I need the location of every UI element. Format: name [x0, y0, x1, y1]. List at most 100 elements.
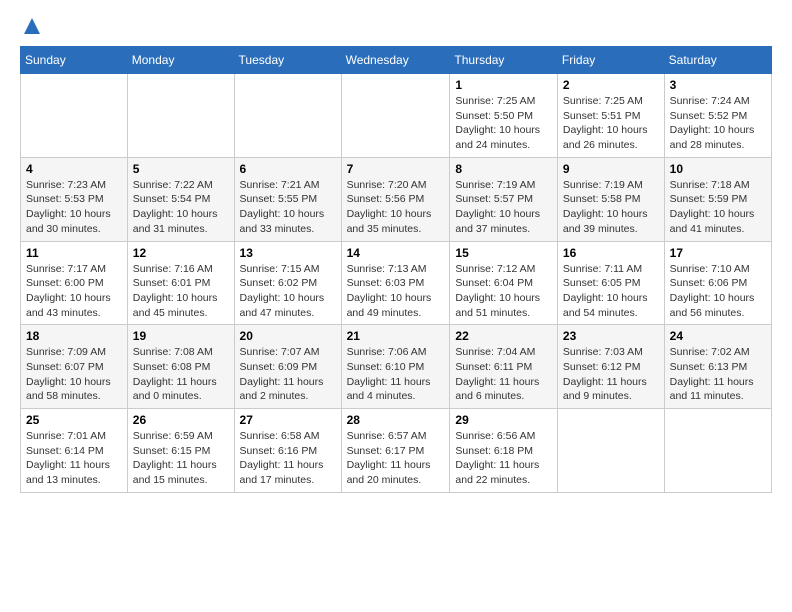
calendar-cell: 29 Sunrise: 6:56 AM Sunset: 6:18 PM Dayli…: [450, 409, 558, 493]
day-number: 22: [455, 329, 552, 343]
day-number: 28: [347, 413, 445, 427]
day-info: Sunrise: 6:56 AM Sunset: 6:18 PM Dayligh…: [455, 429, 552, 488]
day-number: 16: [563, 246, 659, 260]
calendar-cell: 12 Sunrise: 7:16 AM Sunset: 6:01 PM Dayli…: [127, 241, 234, 325]
day-number: 23: [563, 329, 659, 343]
calendar-cell: 19 Sunrise: 7:08 AM Sunset: 6:08 PM Dayli…: [127, 325, 234, 409]
day-number: 14: [347, 246, 445, 260]
calendar-week-row: 1 Sunrise: 7:25 AM Sunset: 5:50 PM Daylig…: [21, 74, 772, 158]
calendar-cell: 9 Sunrise: 7:19 AM Sunset: 5:58 PM Daylig…: [557, 157, 664, 241]
day-number: 19: [133, 329, 229, 343]
calendar-cell: 1 Sunrise: 7:25 AM Sunset: 5:50 PM Daylig…: [450, 74, 558, 158]
calendar-cell: 28 Sunrise: 6:57 AM Sunset: 6:17 PM Dayli…: [341, 409, 450, 493]
day-info: Sunrise: 7:04 AM Sunset: 6:11 PM Dayligh…: [455, 345, 552, 404]
day-info: Sunrise: 7:21 AM Sunset: 5:55 PM Dayligh…: [240, 178, 336, 237]
calendar-cell: [127, 74, 234, 158]
day-number: 27: [240, 413, 336, 427]
page-header: [20, 16, 772, 36]
calendar-week-row: 18Sunrise: 7:09 AM Sunset: 6:07 PM Dayli…: [21, 325, 772, 409]
day-number: 10: [670, 162, 766, 176]
day-number: 25: [26, 413, 122, 427]
calendar-cell: [664, 409, 771, 493]
day-info: Sunrise: 7:19 AM Sunset: 5:57 PM Dayligh…: [455, 178, 552, 237]
day-info: Sunrise: 7:25 AM Sunset: 5:50 PM Dayligh…: [455, 94, 552, 153]
day-info: Sunrise: 7:22 AM Sunset: 5:54 PM Dayligh…: [133, 178, 229, 237]
day-number: 12: [133, 246, 229, 260]
calendar-cell: 26 Sunrise: 6:59 AM Sunset: 6:15 PM Dayli…: [127, 409, 234, 493]
day-info: Sunrise: 6:58 AM Sunset: 6:16 PM Dayligh…: [240, 429, 336, 488]
calendar-cell: 10 Sunrise: 7:18 AM Sunset: 5:59 PM Dayli…: [664, 157, 771, 241]
day-number: 2: [563, 78, 659, 92]
calendar-cell: 4 Sunrise: 7:23 AM Sunset: 5:53 PM Daylig…: [21, 157, 128, 241]
day-info: Sunrise: 7:06 AM Sunset: 6:10 PM Dayligh…: [347, 345, 445, 404]
day-number: 26: [133, 413, 229, 427]
day-number: 20: [240, 329, 336, 343]
calendar-cell: 24 Sunrise: 7:02 AM Sunset: 6:13 PM Dayli…: [664, 325, 771, 409]
weekday-header-friday: Friday: [557, 47, 664, 74]
weekday-header-wednesday: Wednesday: [341, 47, 450, 74]
day-number: 11: [26, 246, 122, 260]
calendar-cell: 13 Sunrise: 7:15 AM Sunset: 6:02 PM Dayli…: [234, 241, 341, 325]
day-number: 17: [670, 246, 766, 260]
weekday-header-sunday: Sunday: [21, 47, 128, 74]
logo-icon: [22, 16, 42, 36]
calendar-cell: 18Sunrise: 7:09 AM Sunset: 6:07 PM Dayli…: [21, 325, 128, 409]
day-number: 13: [240, 246, 336, 260]
calendar-week-row: 11 Sunrise: 7:17 AM Sunset: 6:00 PM Dayli…: [21, 241, 772, 325]
calendar-cell: 15 Sunrise: 7:12 AM Sunset: 6:04 PM Dayli…: [450, 241, 558, 325]
calendar-cell: 7 Sunrise: 7:20 AM Sunset: 5:56 PM Daylig…: [341, 157, 450, 241]
day-number: 8: [455, 162, 552, 176]
calendar-cell: [557, 409, 664, 493]
day-info: Sunrise: 7:12 AM Sunset: 6:04 PM Dayligh…: [455, 262, 552, 321]
weekday-header-tuesday: Tuesday: [234, 47, 341, 74]
calendar-cell: 11 Sunrise: 7:17 AM Sunset: 6:00 PM Dayli…: [21, 241, 128, 325]
calendar-cell: 21 Sunrise: 7:06 AM Sunset: 6:10 PM Dayli…: [341, 325, 450, 409]
day-info: Sunrise: 7:23 AM Sunset: 5:53 PM Dayligh…: [26, 178, 122, 237]
calendar-week-row: 4 Sunrise: 7:23 AM Sunset: 5:53 PM Daylig…: [21, 157, 772, 241]
calendar-cell: 20 Sunrise: 7:07 AM Sunset: 6:09 PM Dayli…: [234, 325, 341, 409]
day-info: Sunrise: 7:18 AM Sunset: 5:59 PM Dayligh…: [670, 178, 766, 237]
calendar-cell: [341, 74, 450, 158]
day-number: 4: [26, 162, 122, 176]
day-number: 24: [670, 329, 766, 343]
day-number: 21: [347, 329, 445, 343]
day-info: Sunrise: 7:20 AM Sunset: 5:56 PM Dayligh…: [347, 178, 445, 237]
calendar-cell: 25 Sunrise: 7:01 AM Sunset: 6:14 PM Dayli…: [21, 409, 128, 493]
day-info: Sunrise: 7:16 AM Sunset: 6:01 PM Dayligh…: [133, 262, 229, 321]
day-number: 5: [133, 162, 229, 176]
day-info: Sunrise: 7:08 AM Sunset: 6:08 PM Dayligh…: [133, 345, 229, 404]
calendar-cell: 2 Sunrise: 7:25 AM Sunset: 5:51 PM Daylig…: [557, 74, 664, 158]
day-info: Sunrise: 6:59 AM Sunset: 6:15 PM Dayligh…: [133, 429, 229, 488]
calendar-cell: 3 Sunrise: 7:24 AM Sunset: 5:52 PM Daylig…: [664, 74, 771, 158]
calendar-cell: [234, 74, 341, 158]
day-number: 1: [455, 78, 552, 92]
day-info: Sunrise: 7:01 AM Sunset: 6:14 PM Dayligh…: [26, 429, 122, 488]
weekday-header-row: SundayMondayTuesdayWednesdayThursdayFrid…: [21, 47, 772, 74]
day-info: Sunrise: 7:02 AM Sunset: 6:13 PM Dayligh…: [670, 345, 766, 404]
day-info: Sunrise: 7:15 AM Sunset: 6:02 PM Dayligh…: [240, 262, 336, 321]
day-info: Sunrise: 7:11 AM Sunset: 6:05 PM Dayligh…: [563, 262, 659, 321]
calendar-cell: 14Sunrise: 7:13 AM Sunset: 6:03 PM Dayli…: [341, 241, 450, 325]
day-number: 9: [563, 162, 659, 176]
day-number: 7: [347, 162, 445, 176]
day-number: 3: [670, 78, 766, 92]
calendar-cell: 17 Sunrise: 7:10 AM Sunset: 6:06 PM Dayli…: [664, 241, 771, 325]
day-info: Sunrise: 7:09 AM Sunset: 6:07 PM Dayligh…: [26, 345, 122, 404]
day-info: Sunrise: 7:17 AM Sunset: 6:00 PM Dayligh…: [26, 262, 122, 321]
day-info: Sunrise: 6:57 AM Sunset: 6:17 PM Dayligh…: [347, 429, 445, 488]
logo: [20, 16, 42, 36]
day-info: Sunrise: 7:19 AM Sunset: 5:58 PM Dayligh…: [563, 178, 659, 237]
day-number: 6: [240, 162, 336, 176]
day-info: Sunrise: 7:24 AM Sunset: 5:52 PM Dayligh…: [670, 94, 766, 153]
day-number: 15: [455, 246, 552, 260]
calendar-cell: 6 Sunrise: 7:21 AM Sunset: 5:55 PM Daylig…: [234, 157, 341, 241]
calendar-cell: 23Sunrise: 7:03 AM Sunset: 6:12 PM Dayli…: [557, 325, 664, 409]
calendar-table: SundayMondayTuesdayWednesdayThursdayFrid…: [20, 46, 772, 493]
day-info: Sunrise: 7:25 AM Sunset: 5:51 PM Dayligh…: [563, 94, 659, 153]
day-info: Sunrise: 7:07 AM Sunset: 6:09 PM Dayligh…: [240, 345, 336, 404]
weekday-header-saturday: Saturday: [664, 47, 771, 74]
day-number: 29: [455, 413, 552, 427]
day-info: Sunrise: 7:10 AM Sunset: 6:06 PM Dayligh…: [670, 262, 766, 321]
calendar-week-row: 25 Sunrise: 7:01 AM Sunset: 6:14 PM Dayli…: [21, 409, 772, 493]
calendar-cell: 22 Sunrise: 7:04 AM Sunset: 6:11 PM Dayli…: [450, 325, 558, 409]
